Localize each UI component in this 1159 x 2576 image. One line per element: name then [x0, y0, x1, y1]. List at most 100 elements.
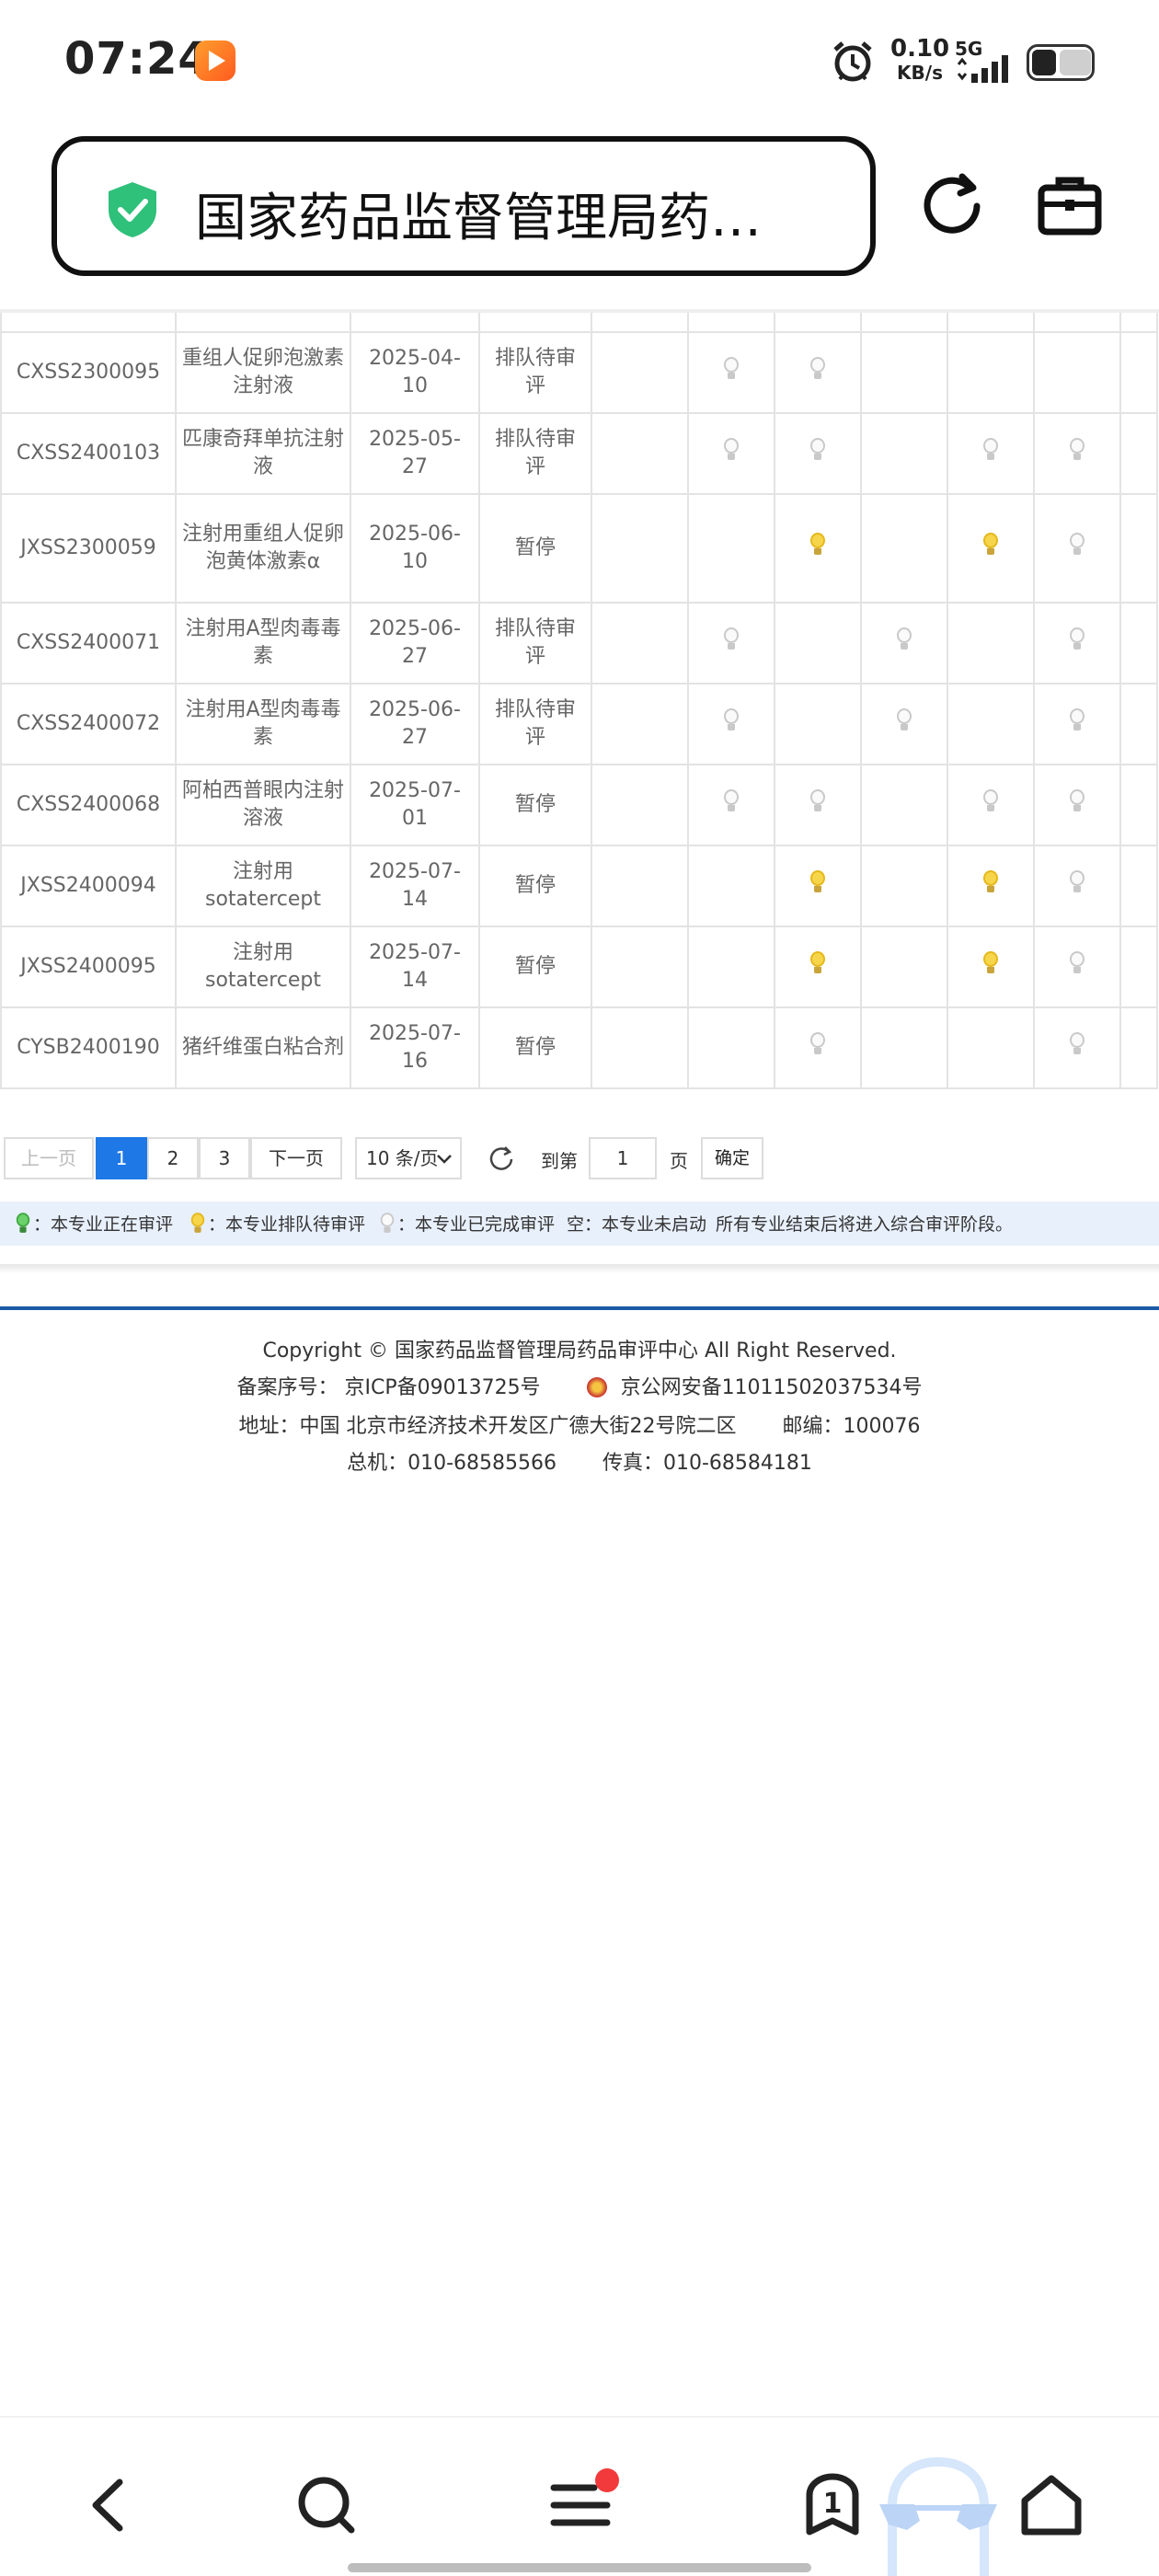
menu-button[interactable] — [539, 2464, 622, 2547]
drug-name-cell: 匹康奇拜单抗注射液 — [175, 412, 351, 495]
discipline-status-cell — [947, 412, 1035, 495]
discipline-status-cell — [591, 845, 689, 927]
discipline-status-cell — [860, 764, 948, 846]
gray-bulb-icon — [723, 627, 740, 651]
footer-fax: 传真：010-68584181 — [602, 1452, 812, 1475]
clock: 07:24 — [64, 33, 210, 85]
icp-link[interactable]: 京ICP备09013725号 — [344, 1376, 540, 1399]
application-number-cell: CYSB2400190 — [0, 1006, 177, 1089]
discipline-status-cell — [860, 412, 948, 495]
reload-button[interactable] — [916, 169, 988, 241]
discipline-status-cell — [1119, 683, 1158, 765]
discipline-status-cell — [591, 602, 689, 684]
pagination: 上一页 1 2 3 下一页 10 条/页 到第 1 页 确定 — [0, 1137, 1159, 1183]
refresh-icon[interactable] — [488, 1144, 515, 1172]
footer-postcode: 邮编：100076 — [782, 1415, 921, 1438]
page-2-button[interactable]: 2 — [147, 1137, 199, 1179]
review-status-cell: 暂停 — [478, 1006, 592, 1089]
discipline-status-cell — [860, 845, 948, 927]
application-number-cell: CXSS2400071 — [0, 602, 177, 684]
next-page-button[interactable]: 下一页 — [250, 1137, 342, 1179]
goto-page-input[interactable]: 1 — [589, 1137, 657, 1179]
home-indicator[interactable] — [348, 2563, 811, 2572]
gray-bulb-icon — [1069, 869, 1085, 894]
application-number-cell: CXSS2400103 — [0, 412, 177, 495]
gray-bulb-icon — [896, 627, 912, 651]
footer-icp-row: 备案序号： 京ICP备09013725号 京公网安备11011502037534… — [0, 1371, 1159, 1400]
table-row: CXSS2300096激素注射液10审评 — [0, 313, 1158, 333]
icp-label: 备案序号： — [236, 1376, 339, 1399]
gray-bulb-icon — [723, 788, 740, 813]
page-size-select[interactable]: 10 条/页 — [355, 1137, 462, 1179]
discipline-status-cell — [774, 845, 862, 927]
footer-address-row: 地址：中国 北京市经济技术开发区广德大街22号院二区 邮编：100076 — [0, 1409, 1159, 1439]
review-status-cell: 排队待审评 — [478, 412, 592, 495]
discipline-status-cell — [591, 926, 689, 1008]
gray-bulb-icon — [809, 437, 826, 462]
discipline-status-cell — [1119, 845, 1158, 927]
prev-page-button[interactable]: 上一页 — [4, 1137, 94, 1179]
gray-bulb-icon — [1069, 788, 1085, 813]
battery-icon — [1027, 44, 1095, 81]
goto-confirm-button[interactable]: 确定 — [701, 1137, 763, 1179]
yellow-bulb-icon — [809, 869, 826, 894]
discipline-status-cell — [947, 1006, 1035, 1089]
discipline-status-cell — [774, 313, 862, 333]
discipline-status-cell — [947, 764, 1035, 846]
gray-bulb-icon — [723, 707, 740, 732]
application-number-cell: JXSS2300059 — [0, 493, 177, 604]
tabs-button[interactable]: 1 — [791, 2464, 874, 2547]
discipline-status-cell — [687, 926, 775, 1008]
review-status-cell: 排队待审评 — [478, 683, 592, 765]
footer-divider — [0, 1306, 1159, 1310]
page-1-button[interactable]: 1 — [96, 1137, 147, 1179]
discipline-status-cell — [774, 412, 862, 495]
gray-bulb-icon — [896, 707, 912, 732]
discipline-status-cell — [1119, 412, 1158, 495]
gray-bulb-icon — [809, 788, 826, 813]
accept-date-cell: 2025-07-01 — [350, 764, 480, 846]
table-row: CXSS2300095 重组人促卵泡激素注射液 2025-04-10 排队待审评 — [0, 331, 1158, 414]
gray-bulb-icon — [1069, 707, 1085, 732]
police-record-link[interactable]: 京公网安备11011502037534号 — [621, 1376, 923, 1399]
gray-bulb-icon — [982, 788, 999, 813]
discipline-status-cell — [947, 926, 1035, 1008]
review-table-viewport[interactable]: CXSS2300096激素注射液10审评CXSS2300095重组人促卵泡激素注… — [0, 313, 1159, 1113]
home-icon[interactable] — [1010, 2464, 1093, 2547]
yellow-bulb-icon — [982, 532, 999, 557]
discipline-status-cell — [947, 683, 1035, 765]
drug-name-cell: 猪纤维蛋白粘合剂 — [175, 1006, 351, 1089]
table-row: CYSB2400190 猪纤维蛋白粘合剂 2025-07-16 暂停 — [0, 1006, 1158, 1089]
tab-count: 1 — [822, 2488, 843, 2520]
drug-name-cell: 阿柏西普眼内注射溶液 — [175, 764, 351, 846]
discipline-status-cell — [774, 493, 862, 604]
table-row: CXSS2400103 匹康奇拜单抗注射液 2025-05-27 排队待审评 — [0, 412, 1158, 495]
yellow-bulb-icon — [982, 869, 999, 894]
application-number-cell: CXSS2300095 — [0, 331, 177, 414]
network-speed: 0.10 KB/s — [890, 35, 950, 84]
discipline-status-cell — [1119, 764, 1158, 846]
yellow-bulb-icon — [190, 1213, 205, 1234]
application-number-cell: JXSS2400094 — [0, 845, 177, 927]
toolbox-button[interactable] — [1034, 169, 1106, 241]
discipline-status-cell — [591, 764, 689, 846]
drug-name-cell: 注射用A型肉毒毒素 — [175, 602, 351, 684]
discipline-status-cell — [687, 602, 775, 684]
discipline-status-cell — [860, 493, 948, 604]
table-row: JXSS2300059 注射用重组人促卵泡黄体激素α 2025-06-10 暂停 — [0, 493, 1158, 604]
discipline-status-cell — [774, 764, 862, 846]
footer-copyright: Copyright © 国家药品监督管理局药品审评中心 All Right Re… — [262, 1340, 897, 1363]
search-icon[interactable] — [285, 2464, 368, 2547]
gray-bulb-icon — [1069, 950, 1085, 975]
page-3-button[interactable]: 3 — [199, 1137, 250, 1179]
legend-divider — [0, 1264, 1159, 1273]
discipline-status-cell — [860, 683, 948, 765]
mascot-overlay-icon[interactable] — [874, 2451, 1003, 2576]
discipline-status-cell — [860, 313, 948, 333]
address-bar[interactable]: 国家药品监督管理局药… — [52, 136, 876, 276]
drug-name-cell: 注射用sotatercept — [175, 926, 351, 1008]
gray-bulb-icon — [982, 437, 999, 462]
discipline-status-cell — [774, 1006, 862, 1089]
goto-label: 到第 — [541, 1150, 578, 1172]
back-icon[interactable] — [68, 2464, 151, 2547]
